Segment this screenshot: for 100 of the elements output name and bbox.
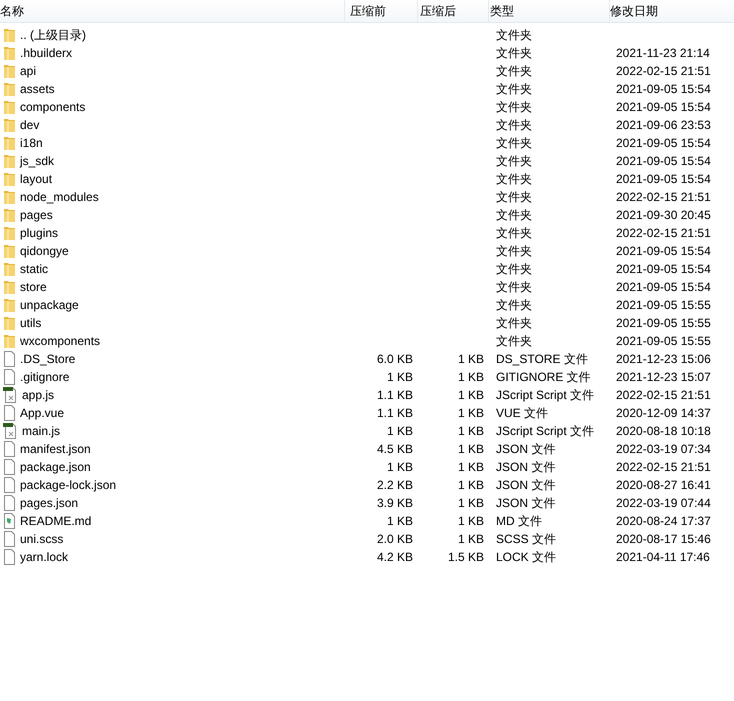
modified-date: 2022-02-15 21:51 <box>616 190 711 204</box>
folder-icon <box>3 81 16 97</box>
compressed-size: 1 KB <box>458 406 484 420</box>
file-type: LOCK 文件 <box>496 548 556 566</box>
file-type: 文件夹 <box>496 44 532 62</box>
file-name[interactable]: pages <box>20 208 53 222</box>
file-type: 文件夹 <box>496 98 532 116</box>
file-type: JSON 文件 <box>496 458 556 476</box>
modified-date: 2022-03-19 07:34 <box>616 442 711 456</box>
file-type: JScript Script 文件 <box>496 386 594 404</box>
file-name[interactable]: README.md <box>20 514 92 528</box>
file-type: MD 文件 <box>496 512 542 530</box>
original-size: 6.0 KB <box>376 352 413 366</box>
compressed-size: 1 KB <box>458 496 484 510</box>
file-type: 文件夹 <box>496 224 532 242</box>
file-name[interactable]: yarn.lock <box>20 550 68 564</box>
folder-icon <box>3 315 16 331</box>
folder-icon <box>3 225 16 241</box>
modified-date: 2021-09-05 15:55 <box>616 334 711 348</box>
file-name[interactable]: assets <box>20 82 55 96</box>
modified-date: 2021-09-05 15:54 <box>616 244 711 258</box>
file-name[interactable]: .hbuilderx <box>20 46 72 60</box>
compressed-size: 1 KB <box>458 370 484 384</box>
file-type: 文件夹 <box>496 260 532 278</box>
file-name[interactable]: api <box>20 64 36 78</box>
modified-date: 2021-09-05 15:54 <box>616 154 711 168</box>
modified-date: 2020-08-17 15:46 <box>616 532 711 546</box>
file-type: 文件夹 <box>496 314 532 332</box>
modified-date: 2020-08-27 16:41 <box>616 478 711 492</box>
column-header[interactable]: 修改日期 <box>610 0 734 22</box>
column-header[interactable]: 压缩后 <box>418 0 489 22</box>
file-name[interactable]: .DS_Store <box>20 352 76 366</box>
file-name[interactable]: pages.json <box>20 496 78 510</box>
file-name[interactable]: js_sdk <box>20 154 54 168</box>
file-type: 文件夹 <box>496 152 532 170</box>
file-type: 文件夹 <box>496 242 532 260</box>
file-name[interactable]: uni.scss <box>20 532 64 546</box>
file-name[interactable]: dev <box>20 118 40 132</box>
file-icon <box>3 351 16 367</box>
file-name[interactable]: main.js <box>22 424 60 438</box>
original-size: 1.1 KB <box>376 388 413 402</box>
original-size: 2.0 KB <box>376 532 413 546</box>
original-size: 1.1 KB <box>376 406 413 420</box>
modified-date: 2021-11-23 21:14 <box>616 46 710 60</box>
file-type: JSON 文件 <box>496 440 556 458</box>
file-type: SCSS 文件 <box>496 530 556 548</box>
file-icon <box>3 549 16 565</box>
modified-date: 2021-09-05 15:54 <box>616 136 711 150</box>
modified-date: 2021-04-11 17:46 <box>616 550 710 564</box>
file-name[interactable]: .gitignore <box>20 370 70 384</box>
file-icon <box>3 477 16 493</box>
column-header[interactable]: 名称 <box>0 0 345 22</box>
markdown-file-icon <box>3 513 16 529</box>
folder-icon <box>3 27 16 43</box>
folder-icon <box>3 117 16 133</box>
column-header[interactable]: 压缩前 <box>345 0 418 22</box>
file-icon <box>3 441 16 457</box>
original-size: 2.2 KB <box>376 478 413 492</box>
file-name[interactable]: store <box>20 280 47 294</box>
file-type: DS_STORE 文件 <box>496 350 588 368</box>
original-size: 3.9 KB <box>376 496 413 510</box>
modified-date: 2020-08-18 10:18 <box>616 424 711 438</box>
file-name[interactable]: utils <box>20 316 42 330</box>
file-type: VUE 文件 <box>496 404 548 422</box>
file-name[interactable]: package.json <box>20 460 91 474</box>
file-name[interactable]: app.js <box>22 388 54 402</box>
file-name[interactable]: wxcomponents <box>20 334 100 348</box>
file-name[interactable]: qidongye <box>20 244 69 258</box>
file-name[interactable]: i18n <box>20 136 43 150</box>
file-type: GITIGNORE 文件 <box>496 368 591 386</box>
file-name[interactable]: layout <box>20 172 52 186</box>
file-name[interactable]: plugins <box>20 226 58 240</box>
file-name[interactable]: manifest.json <box>20 442 91 456</box>
file-type: 文件夹 <box>496 296 532 314</box>
file-icon <box>3 495 16 511</box>
file-name[interactable]: node_modules <box>20 190 99 204</box>
modified-date: 2021-09-05 15:54 <box>616 82 711 96</box>
file-icon <box>3 531 16 547</box>
modified-date: 2021-09-05 15:55 <box>616 316 711 330</box>
file-type: JSON 文件 <box>496 476 556 494</box>
file-type: 文件夹 <box>496 206 532 224</box>
file-name[interactable]: App.vue <box>20 406 64 420</box>
original-size: 1 KB <box>386 514 413 528</box>
column-header[interactable]: 类型 <box>489 0 610 22</box>
file-icon <box>3 405 16 421</box>
folder-icon <box>3 63 16 79</box>
script-file-icon <box>3 423 18 439</box>
file-name[interactable]: static <box>20 262 48 276</box>
file-icon <box>3 459 16 475</box>
file-name[interactable]: .. (上级目录) <box>20 26 86 44</box>
modified-date: 2022-02-15 21:51 <box>616 226 711 240</box>
modified-date: 2021-12-23 15:06 <box>616 352 711 366</box>
file-name[interactable]: components <box>20 100 86 114</box>
compressed-size: 1.5 KB <box>448 550 484 564</box>
file-name[interactable]: unpackage <box>20 298 79 312</box>
file-name[interactable]: package-lock.json <box>20 478 116 492</box>
compressed-size: 1 KB <box>458 478 484 492</box>
folder-icon <box>3 333 16 349</box>
file-type: 文件夹 <box>496 332 532 350</box>
folder-icon <box>3 45 16 61</box>
